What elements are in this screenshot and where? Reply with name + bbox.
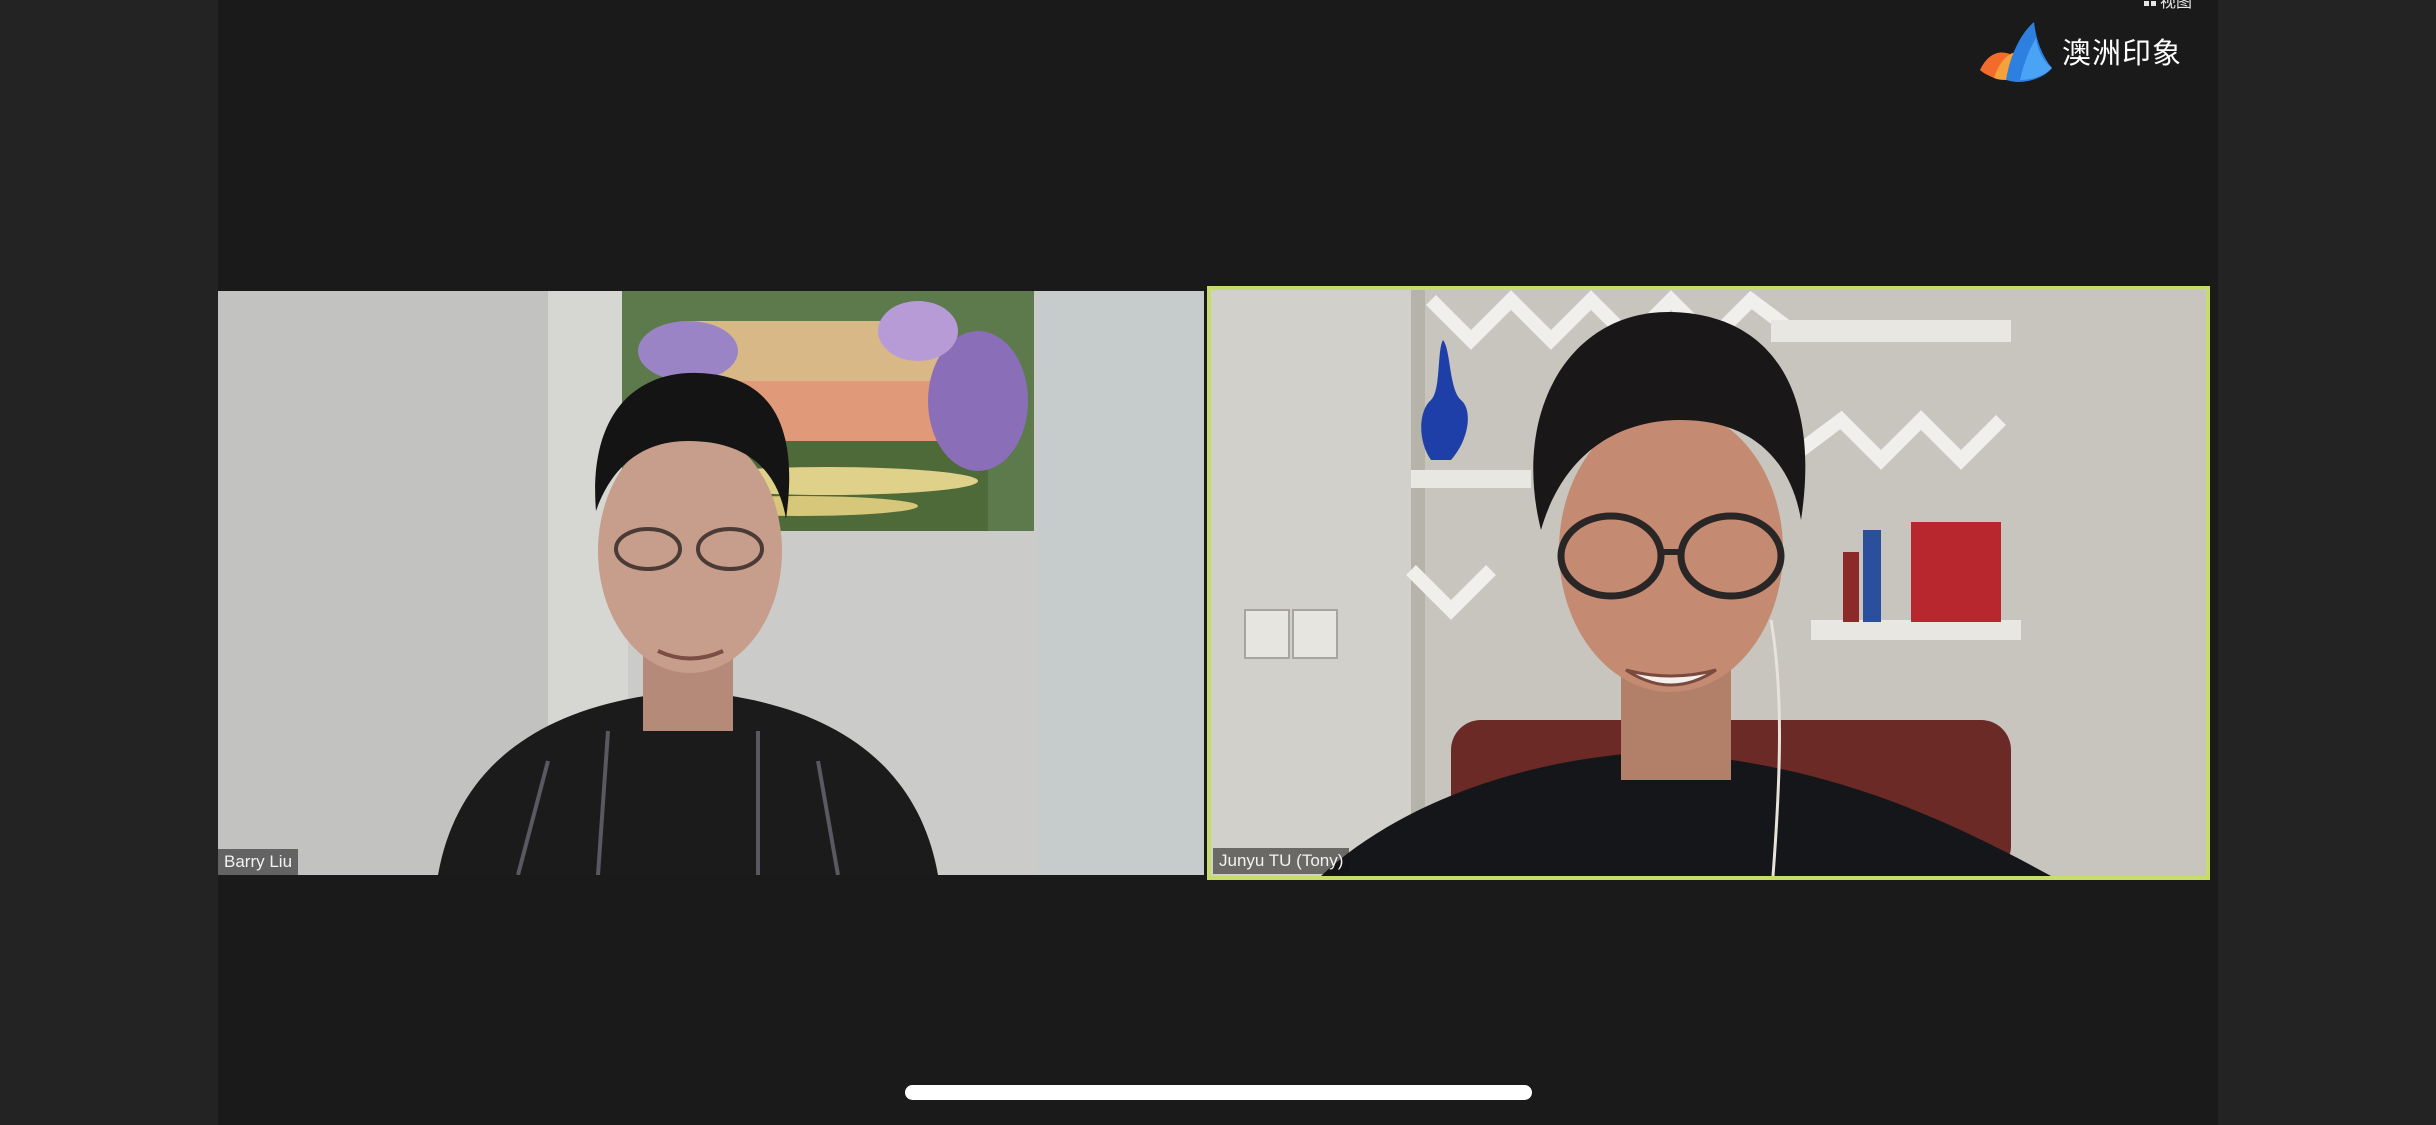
participant-tile-barry[interactable]: Barry Liu (218, 291, 1204, 875)
watermark-text: 澳洲印象 (2062, 36, 2183, 70)
video-feed-junyu (1211, 290, 2206, 876)
participant-name-tag: Junyu TU (Tony) (1213, 848, 1350, 874)
grid-icon (2144, 0, 2156, 6)
video-feed-barry (218, 291, 1204, 875)
home-indicator[interactable] (905, 1085, 1532, 1100)
light-switch (1244, 609, 1290, 659)
view-switch-button[interactable]: 视图 (2144, 0, 2193, 11)
zoom-meeting-screen: 视图 澳洲印象 Barry Liu Junyu TU (Tony) (0, 0, 2436, 1125)
watermark-logo: 澳洲印象 (1976, 20, 2182, 82)
view-switch-label: 视图 (2160, 0, 2193, 11)
wing-logo-icon (1980, 22, 2052, 82)
right-margin (2218, 0, 2436, 1125)
red-box (1911, 522, 2001, 622)
participant-tile-junyu-active-speaker[interactable]: Junyu TU (Tony) (1207, 286, 2210, 880)
left-margin (0, 0, 218, 1125)
participant-name-tag: Barry Liu (218, 849, 299, 875)
